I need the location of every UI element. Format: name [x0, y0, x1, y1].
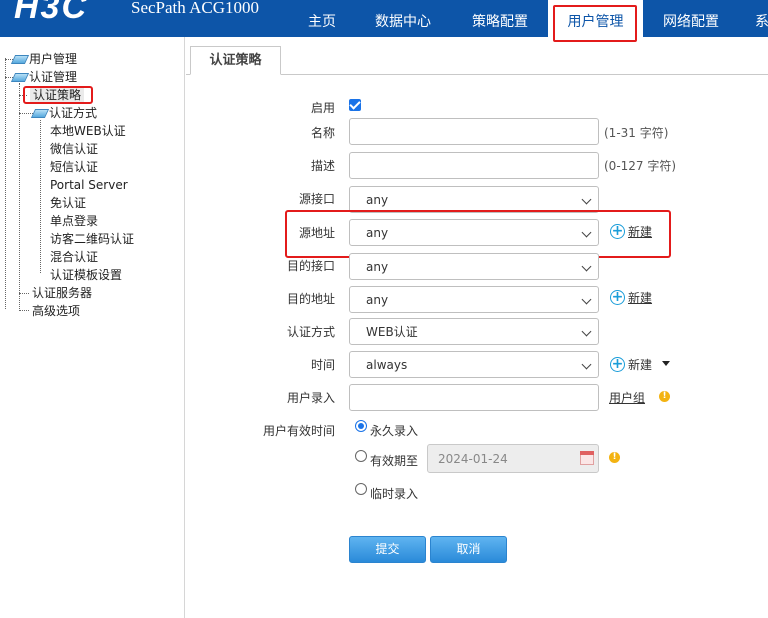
dst-addr-label: 目的地址: [286, 292, 335, 306]
folder-icon: [30, 109, 50, 118]
until-radio[interactable]: [355, 450, 367, 462]
submit-button[interactable]: 提交: [349, 536, 426, 563]
plus-circle-icon: +: [610, 356, 625, 372]
folder-icon: [10, 73, 30, 82]
user-entry-label: 用户录入: [286, 391, 335, 405]
tab-bar: 认证策略: [186, 37, 768, 75]
warning-icon: !: [659, 391, 670, 402]
destination-address-select[interactable]: any: [349, 286, 599, 313]
new-source-address-button[interactable]: + 新建: [610, 223, 652, 240]
name-label: 名称: [310, 126, 335, 140]
chevron-down-icon: [581, 326, 592, 337]
tree-item-user-management[interactable]: 用户管理: [10, 50, 77, 68]
tree-item-portal-server[interactable]: Portal Server: [50, 176, 128, 194]
caret-down-icon[interactable]: [662, 361, 670, 366]
tree-line: [19, 95, 27, 96]
validity-label: 用户有效时间: [262, 424, 335, 438]
tab-auth-policy[interactable]: 认证策略: [190, 46, 281, 75]
dst-if-label: 目的接口: [286, 259, 335, 273]
tree-line: [19, 83, 20, 309]
tree-item-auth-server[interactable]: 认证服务器: [32, 284, 92, 302]
nav-data-center[interactable]: 数据中心: [368, 0, 438, 37]
tree-item-auth-management[interactable]: 认证管理: [10, 68, 77, 86]
tree-line: [40, 120, 41, 273]
tree-line: [19, 293, 29, 294]
permanent-radio[interactable]: [355, 420, 367, 432]
tree-item-auth-policy[interactable]: 认证策略: [30, 86, 85, 104]
user-group-link[interactable]: 用户组: [609, 389, 645, 406]
desc-label: 描述: [310, 159, 335, 173]
auth-method-label: 认证方式: [286, 325, 335, 339]
enable-checkbox[interactable]: [349, 99, 361, 111]
top-header: H3C SecPath ACG1000 主页 数据中心 策略配置 用户管理 网络…: [0, 0, 768, 37]
new-time-button[interactable]: + 新建: [610, 356, 652, 373]
temporary-radio[interactable]: [355, 483, 367, 495]
enable-label: 启用: [310, 101, 335, 115]
calendar-icon[interactable]: [580, 451, 594, 465]
nav-policy-config[interactable]: 策略配置: [465, 0, 535, 37]
until-date-field[interactable]: 2024-01-24: [427, 444, 599, 473]
src-if-label: 源接口: [298, 192, 335, 206]
name-input[interactable]: [349, 118, 599, 145]
auth-method-select[interactable]: WEB认证: [349, 318, 599, 345]
tree-line: [5, 58, 6, 309]
tree-item-sms-auth[interactable]: 短信认证: [50, 158, 98, 176]
source-address-select[interactable]: any: [349, 219, 599, 246]
warning-icon: !: [609, 452, 620, 463]
description-input[interactable]: [349, 152, 599, 179]
nav-network-config[interactable]: 网络配置: [656, 0, 726, 37]
tree-line: [19, 310, 29, 311]
desc-hint: (0-127 字符): [604, 159, 677, 173]
tree-item-auth-template[interactable]: 认证模板设置: [50, 266, 122, 284]
tree-item-sso[interactable]: 单点登录: [50, 212, 98, 230]
chevron-down-icon: [581, 194, 592, 205]
time-select[interactable]: always: [349, 351, 599, 378]
time-label: 时间: [310, 358, 335, 372]
new-destination-address-button[interactable]: + 新建: [610, 289, 652, 306]
chevron-down-icon: [581, 359, 592, 370]
until-label: 有效期至: [370, 454, 419, 468]
tree-item-hybrid-auth[interactable]: 混合认证: [50, 248, 98, 266]
destination-interface-select[interactable]: any: [349, 253, 599, 280]
folder-icon: [10, 55, 30, 64]
cancel-button[interactable]: 取消: [430, 536, 507, 563]
tree-item-auth-method[interactable]: 认证方式: [30, 104, 97, 122]
name-hint: (1-31 字符): [604, 126, 669, 140]
tree-item-local-web-auth[interactable]: 本地WEB认证: [50, 122, 126, 140]
nav-home[interactable]: 主页: [300, 0, 344, 37]
chevron-down-icon: [581, 261, 592, 272]
tree-item-auth-exempt[interactable]: 免认证: [50, 194, 86, 212]
user-entry-input[interactable]: [349, 384, 599, 411]
permanent-label: 永久录入: [370, 424, 419, 438]
nav-system[interactable]: 系: [755, 0, 768, 37]
source-interface-select[interactable]: any: [349, 186, 599, 213]
tree-item-wechat-auth[interactable]: 微信认证: [50, 140, 98, 158]
tree-line: [19, 113, 33, 114]
nav-user-management[interactable]: 用户管理: [548, 0, 643, 37]
h3c-logo: H3C: [14, 0, 89, 26]
chevron-down-icon: [581, 294, 592, 305]
chevron-down-icon: [581, 227, 592, 238]
plus-circle-icon: +: [610, 223, 625, 239]
plus-circle-icon: +: [610, 289, 625, 305]
temporary-label: 临时录入: [370, 487, 419, 501]
tree-item-advanced[interactable]: 高级选项: [32, 302, 80, 320]
src-addr-label: 源地址: [298, 226, 335, 240]
tree-item-guest-qr-auth[interactable]: 访客二维码认证: [50, 230, 134, 248]
product-name: SecPath ACG1000: [131, 0, 259, 17]
